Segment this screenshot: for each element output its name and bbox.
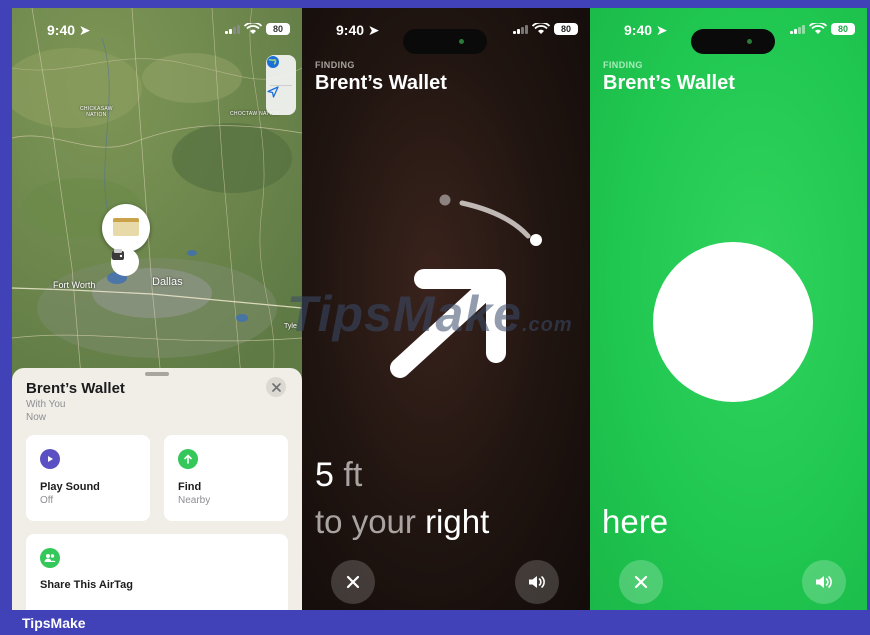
distance-unit: ft — [333, 456, 363, 494]
map-controls — [266, 55, 296, 115]
sheet-grabber[interactable] — [145, 372, 169, 376]
wallet-card-icon — [113, 218, 139, 236]
status-bar: 9:40 ➤ 80 — [302, 20, 590, 54]
distance-value: 5 — [315, 456, 334, 494]
dynamic-island — [691, 29, 775, 54]
status-time: 9:40 ➤ — [624, 22, 668, 38]
status-bar: 9:40 ➤ 80 — [12, 20, 302, 40]
play-sound-label: Play Sound — [40, 481, 100, 493]
find-my-map-screen: CHICKASAW NATION CHOCTAW NATION Fort Wor… — [12, 8, 302, 610]
battery-icon: 80 — [831, 23, 855, 35]
finding-item-name: Brent’s Wallet — [603, 72, 735, 94]
status-time-text: 9:40 — [47, 22, 76, 38]
globe-icon — [267, 56, 279, 68]
play-sound-status: Off — [40, 495, 54, 506]
people-icon — [40, 548, 60, 568]
target-start-dot — [439, 194, 451, 206]
direction-prefix: to your — [315, 503, 426, 540]
speaker-icon — [529, 576, 545, 588]
find-label: Find — [178, 481, 202, 493]
location-arrow-icon — [267, 86, 279, 98]
wallet-location-pin[interactable] — [102, 204, 150, 252]
play-sound-button[interactable]: Play Sound Off — [26, 435, 150, 521]
map-terrain — [12, 8, 302, 388]
wifi-icon — [244, 23, 262, 34]
cellular-signal-icon — [513, 24, 528, 34]
map-label-dallas: Dallas — [152, 276, 183, 288]
finding-item-name: Brent’s Wallet — [315, 72, 447, 94]
item-status: With You — [26, 399, 66, 410]
find-nearby-button[interactable]: Find Nearby — [164, 435, 288, 521]
map-mode-button[interactable] — [266, 55, 296, 85]
play-sound-button[interactable] — [802, 560, 846, 604]
cellular-signal-icon — [225, 24, 240, 34]
satellite-map[interactable]: CHICKASAW NATION CHOCTAW NATION Fort Wor… — [12, 8, 302, 388]
battery-icon: 80 — [554, 23, 578, 35]
close-sheet-button[interactable] — [266, 377, 286, 397]
cancel-finding-button[interactable] — [619, 560, 663, 604]
status-indicators: 80 — [790, 23, 855, 35]
status-indicators: 80 — [225, 23, 290, 35]
here-text: here — [602, 503, 669, 540]
item-time: Now — [26, 412, 47, 423]
status-time-text: 9:40 — [336, 22, 365, 38]
status-indicators: 80 — [513, 23, 578, 35]
find-sub-label: Nearby — [178, 495, 211, 506]
target-dot — [530, 234, 542, 246]
distance-readout: 5 ft — [315, 456, 362, 495]
item-here-indicator — [653, 242, 813, 402]
play-icon — [40, 449, 60, 469]
map-label-fort-worth: Fort Worth — [53, 280, 96, 290]
wallet-icon — [112, 249, 124, 260]
item-detail-sheet: Brent’s Wallet With You Now Play Sound O… — [12, 368, 302, 610]
battery-icon: 80 — [266, 23, 290, 35]
item-title: Brent’s Wallet — [26, 380, 125, 397]
status-time: 9:40 ➤ — [47, 22, 91, 38]
current-location-button[interactable] — [266, 85, 296, 115]
watermark-suffix: .com — [521, 314, 573, 336]
cancel-finding-button[interactable] — [331, 560, 375, 604]
status-bar: 9:40 ➤ 80 — [590, 20, 867, 54]
watermark-text: TipsMake — [287, 286, 522, 342]
share-airtag-label: Share This AirTag — [40, 579, 133, 591]
direction-arc — [459, 200, 531, 239]
close-icon — [634, 575, 648, 589]
owner-location-pin[interactable] — [111, 248, 139, 276]
arrow-up-icon — [178, 449, 198, 469]
speaker-icon — [816, 576, 832, 588]
direction-text: to your right — [315, 503, 489, 541]
frame-border-top — [0, 0, 870, 8]
finding-here-screen: 9:40 ➤ 80 FINDING Brent’s Wallet here — [590, 8, 867, 610]
close-icon — [346, 575, 360, 589]
direction-indicator — [390, 194, 542, 378]
close-icon — [271, 382, 281, 392]
island-indicator — [459, 39, 464, 44]
island-indicator — [747, 39, 752, 44]
footer-brand: TipsMake — [22, 615, 86, 631]
map-label-chickasaw: CHICKASAW NATION — [80, 106, 113, 118]
wifi-icon — [809, 23, 827, 34]
direction-word: right — [425, 503, 490, 540]
status-time: 9:40 ➤ — [336, 22, 380, 38]
footer-bar: TipsMake — [0, 610, 870, 635]
play-sound-button[interactable] — [515, 560, 559, 604]
watermark: TipsMake.com — [287, 285, 573, 343]
finding-label: FINDING — [603, 60, 643, 70]
finding-label: FINDING — [315, 60, 355, 70]
cellular-signal-icon — [790, 24, 805, 34]
share-airtag-button[interactable]: Share This AirTag — [26, 534, 288, 610]
wifi-icon — [532, 23, 550, 34]
frame-border-left — [0, 0, 12, 610]
status-time-text: 9:40 — [624, 22, 653, 38]
dynamic-island — [403, 29, 487, 54]
